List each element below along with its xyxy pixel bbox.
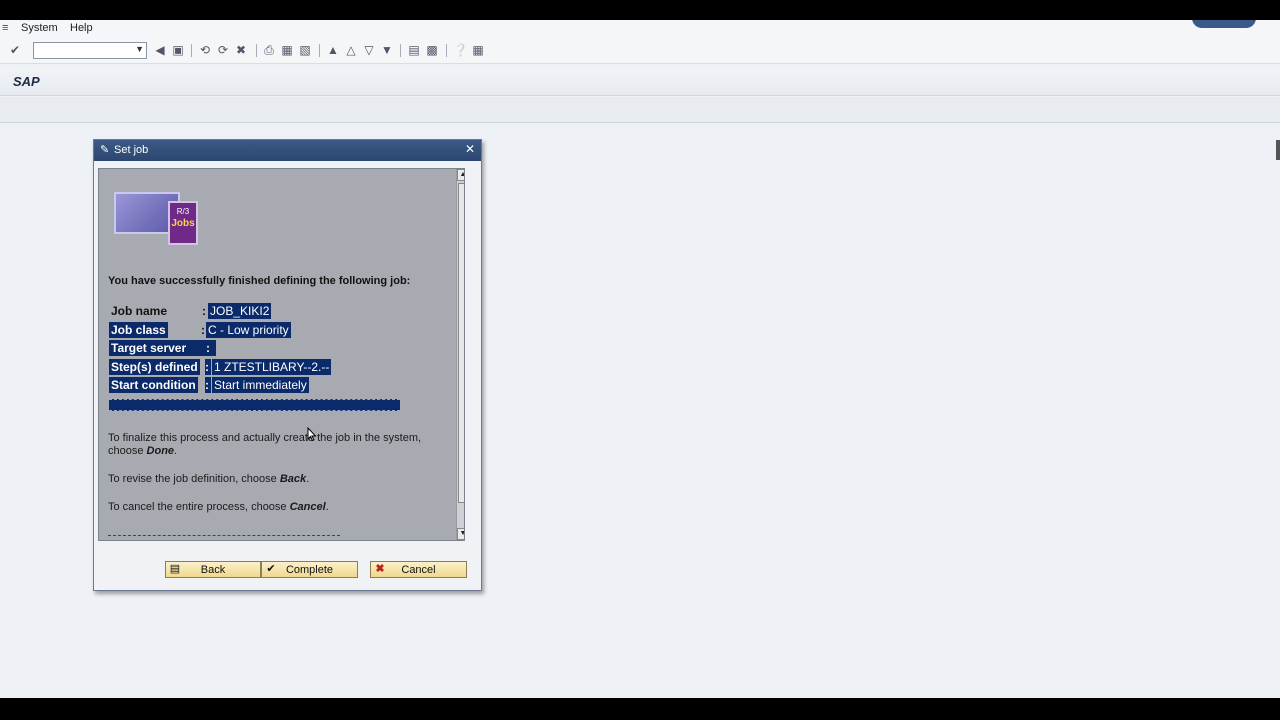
jobs-badge: R/3 Jobs bbox=[168, 201, 198, 245]
window-menu-icon[interactable]: ≡ bbox=[2, 22, 8, 34]
cancel-instruction: To cancel the entire process, choose Can… bbox=[108, 501, 329, 513]
start-condition-label: Start condition bbox=[109, 377, 198, 394]
vertical-scrollbar[interactable]: ▲ ▼ bbox=[456, 169, 464, 540]
finalize-line-2-prefix: choose bbox=[108, 445, 147, 457]
complete-button-label: Complete bbox=[285, 564, 334, 576]
toolbar-separator bbox=[256, 44, 257, 57]
chevron-down-icon[interactable]: ▼ bbox=[135, 44, 144, 54]
dashed-divider bbox=[108, 535, 340, 536]
toolbar-separator bbox=[319, 44, 320, 57]
job-class-value: C - Low priority bbox=[206, 321, 291, 338]
command-field[interactable]: ▼ bbox=[33, 42, 147, 59]
application-toolbar bbox=[0, 97, 1280, 123]
standard-toolbar: ✔ ▼ ◀ ▣ ⟲ ⟳ ✖ ⎙ ▦ ▧ ▲ △ ▽ ▼ ▤ ▩ ❔ ▦ bbox=[0, 38, 1280, 64]
colon-separator: : bbox=[202, 304, 206, 318]
colon-separator: : bbox=[201, 322, 205, 337]
dialog-content: R/3 Jobs You have successfully finished … bbox=[98, 168, 465, 541]
save-icon[interactable]: ▣ bbox=[171, 43, 185, 57]
enter-check-icon[interactable]: ✔ bbox=[8, 43, 22, 57]
help-icon[interactable]: ❔ bbox=[453, 43, 468, 57]
job-name-value: JOB_KIKI2 bbox=[208, 303, 272, 319]
title-bar: SAP bbox=[0, 68, 1280, 96]
window-edge-marker bbox=[1276, 140, 1280, 160]
set-job-dialog: ✎ Set job ✕ R/3 Jobs You have successful… bbox=[93, 139, 482, 591]
back-arrow-icon[interactable]: ◀ bbox=[153, 43, 167, 57]
logo-jobs-text: Jobs bbox=[171, 218, 195, 229]
toolbar-separator bbox=[400, 44, 401, 57]
sap-logo-tab bbox=[1192, 20, 1256, 28]
start-condition-value: Start immediately bbox=[212, 377, 309, 394]
done-keyword: Done bbox=[146, 445, 175, 457]
new-session-icon[interactable]: ▤ bbox=[407, 43, 421, 57]
back-button-label: Back bbox=[200, 564, 226, 576]
scroll-down-icon[interactable]: ▼ bbox=[457, 528, 464, 540]
colon-separator: : bbox=[205, 377, 211, 394]
r3-jobs-logo: R/3 Jobs bbox=[110, 187, 202, 249]
revise-instruction: To revise the job definition, choose Bac… bbox=[108, 473, 310, 485]
finalize-instruction: To finalize this process and actually cr… bbox=[108, 432, 422, 457]
back-keyword: Back bbox=[279, 473, 307, 485]
cancel-prefix: To cancel the entire process, choose bbox=[108, 501, 290, 513]
revise-prefix: To revise the job definition, choose bbox=[108, 473, 280, 485]
dialog-title-bar[interactable]: ✎ Set job ✕ bbox=[94, 140, 481, 161]
print-icon[interactable]: ⎙ bbox=[262, 43, 276, 57]
finalize-line-1: To finalize this process and actually cr… bbox=[108, 432, 422, 444]
dialog-window-icon: ✎ bbox=[100, 144, 110, 156]
target-server-label: Target server bbox=[109, 340, 209, 357]
toolbar-separator bbox=[191, 44, 192, 57]
success-message: You have successfully finished defining … bbox=[108, 275, 411, 287]
logo-r3-text: R/3 bbox=[176, 207, 190, 216]
selection-separator-bar bbox=[109, 399, 400, 411]
job-name-label: Job name bbox=[111, 304, 168, 318]
back-button[interactable]: ▤ Back bbox=[165, 561, 261, 578]
mouse-cursor-icon bbox=[307, 427, 317, 441]
complete-button[interactable]: ✔ Complete bbox=[261, 561, 358, 578]
job-class-label: Job class bbox=[109, 321, 168, 338]
close-icon[interactable]: ✕ bbox=[465, 142, 475, 156]
layout-menu-icon[interactable]: ▦ bbox=[471, 43, 485, 57]
find-icon[interactable]: ▦ bbox=[280, 43, 294, 57]
scrollbar-thumb[interactable] bbox=[458, 183, 464, 503]
find-next-icon[interactable]: ▧ bbox=[298, 43, 312, 57]
last-page-icon[interactable]: ▼ bbox=[380, 43, 394, 57]
back-circle-icon[interactable]: ⟲ bbox=[198, 43, 212, 57]
exit-circle-icon[interactable]: ⟳ bbox=[216, 43, 230, 57]
shortcut-icon[interactable]: ▩ bbox=[425, 43, 439, 57]
colon-separator: : bbox=[205, 358, 211, 375]
steps-defined-label: Step(s) defined bbox=[109, 358, 200, 375]
cancel-keyword: Cancel bbox=[289, 501, 326, 513]
menu-system[interactable]: System bbox=[21, 22, 58, 34]
sap-gui-window: ≡ System Help ✔ ▼ ◀ ▣ ⟲ ⟳ ✖ ⎙ ▦ ▧ ▲ △ ▽ … bbox=[0, 20, 1280, 698]
scroll-up-icon[interactable]: ▲ bbox=[457, 169, 464, 181]
toolbar-separator bbox=[446, 44, 447, 57]
menu-help[interactable]: Help bbox=[70, 22, 93, 34]
previous-page-icon[interactable]: △ bbox=[344, 43, 358, 57]
target-server-value bbox=[212, 340, 216, 357]
cancel-button-label: Cancel bbox=[401, 564, 436, 576]
cancel-circle-icon[interactable]: ✖ bbox=[234, 43, 248, 57]
next-page-icon[interactable]: ▽ bbox=[362, 43, 376, 57]
dialog-title: Set job bbox=[114, 144, 149, 156]
page-title: SAP bbox=[13, 74, 40, 89]
steps-defined-value: 1 ZTESTLIBARY--2.-- bbox=[212, 358, 332, 375]
cancel-button[interactable]: ✖ Cancel bbox=[370, 561, 467, 578]
menu-bar: ≡ System Help bbox=[0, 20, 1280, 38]
first-page-icon[interactable]: ▲ bbox=[326, 43, 340, 57]
